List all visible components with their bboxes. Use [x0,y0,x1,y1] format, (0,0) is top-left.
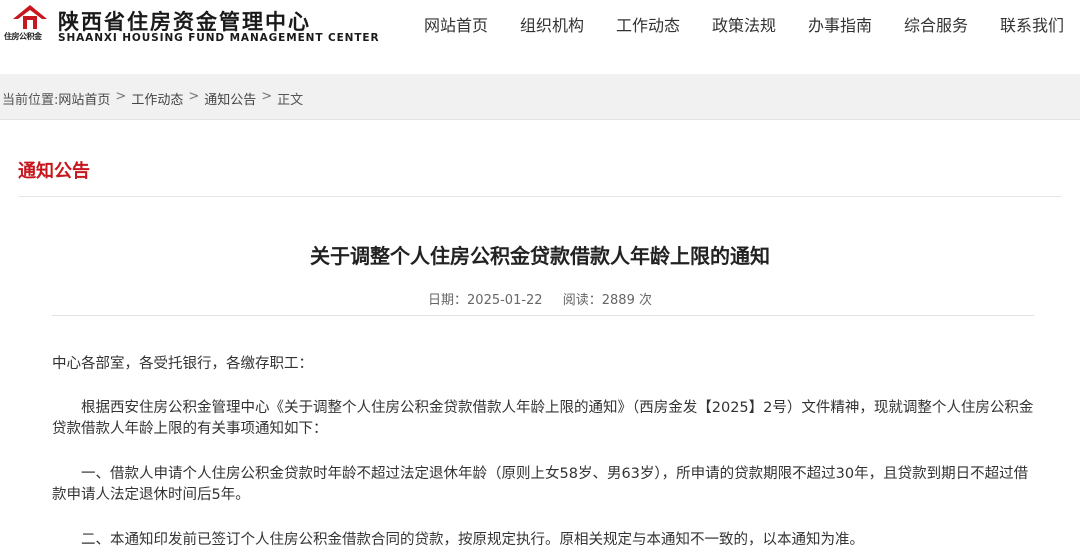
article-paragraph: 一、借款人申请个人住房公积金贷款时年龄不超过法定退休年龄（原则上女58岁、男63… [52,466,1029,503]
nav-item-policy[interactable]: 政策法规 [696,14,792,38]
breadcrumb-link-home[interactable]: 网站首页 [58,89,110,108]
nav-item-contact[interactable]: 联系我们 [984,14,1080,38]
date-label: 日期： [428,293,468,308]
nav-item-guide[interactable]: 办事指南 [792,14,888,38]
breadcrumb: 当前位置: 网站首页 > 工作动态 > 通知公告 > 正文 [2,89,303,108]
section-title: 通知公告 [18,161,90,182]
site-header: 住房公积金 陕西省住房资金管理中心 SHAANXI HOUSING FUND M… [0,0,1080,74]
logo-emblem-text: 住房公积金 [4,32,42,41]
article-paragraph: 二、本通知印发前已签订个人住房公积金借款合同的贷款，按原规定执行。原相关规定与本… [81,532,864,548]
breadcrumb-separator: > [261,89,273,104]
article-paragraph: 根据西安住房公积金管理中心《关于调整个人住房公积金贷款借款人年龄上限的通知》（西… [52,400,1034,437]
views-label: 阅读： [562,293,602,308]
main-nav: 网站首页 组织机构 工作动态 政策法规 办事指南 综合服务 联系我们 [408,14,1080,38]
nav-item-organization[interactable]: 组织机构 [504,14,600,38]
breadcrumb-link-notices[interactable]: 通知公告 [204,89,256,108]
site-subtitle: SHAANXI HOUSING FUND MANAGEMENT CENTER [58,32,380,44]
article-salutation: 中心各部室，各受托银行，各缴存职工： [52,356,313,372]
nav-item-home[interactable]: 网站首页 [408,14,504,38]
views-value: 2889 次 [601,293,652,308]
section-divider [18,196,1062,197]
breadcrumb-link-work-news[interactable]: 工作动态 [131,89,183,108]
breadcrumb-prefix: 当前位置: [2,93,59,108]
breadcrumb-bar: 当前位置: 网站首页 > 工作动态 > 通知公告 > 正文 [0,74,1080,120]
article-date: 日期：2025-01-22 [428,293,543,308]
article-views: 阅读：2889 次 [563,293,652,308]
date-value: 2025-01-22 [467,293,543,308]
meta-divider [52,315,1034,316]
housing-fund-emblem-icon [13,5,47,29]
nav-item-services[interactable]: 综合服务 [888,14,984,38]
article-meta: 日期：2025-01-22 阅读：2889 次 [0,289,1080,308]
breadcrumb-current: 正文 [277,93,304,108]
article-title: 关于调整个人住房公积金贷款借款人年龄上限的通知 [310,244,770,268]
breadcrumb-separator: > [188,89,200,104]
breadcrumb-separator: > [115,89,127,104]
nav-item-work-news[interactable]: 工作动态 [600,14,696,38]
site-logo[interactable]: 住房公积金 陕西省住房资金管理中心 SHAANXI HOUSING FUND M… [4,2,379,48]
